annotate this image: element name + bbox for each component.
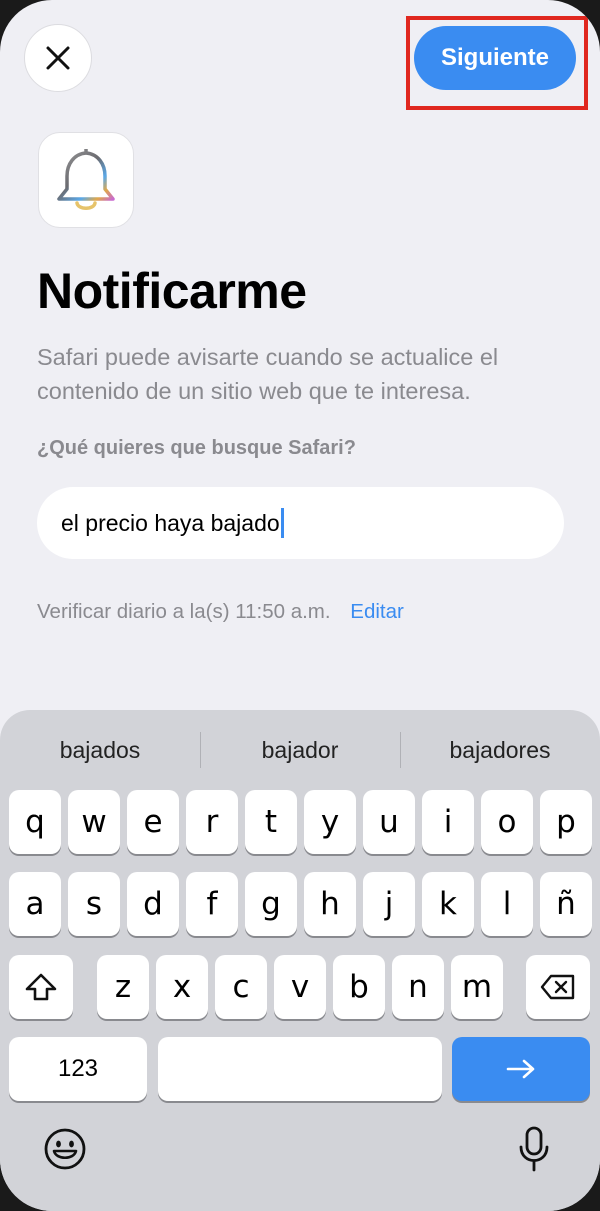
key-g[interactable]: g bbox=[245, 872, 297, 936]
text-caret bbox=[280, 508, 284, 538]
shift-icon bbox=[25, 973, 57, 1001]
app-icon bbox=[38, 132, 134, 228]
key-h[interactable]: h bbox=[304, 872, 356, 936]
key-z[interactable]: z bbox=[97, 955, 149, 1019]
microphone-icon bbox=[519, 1126, 549, 1172]
emoji-button[interactable] bbox=[40, 1124, 90, 1174]
go-key[interactable] bbox=[452, 1037, 590, 1101]
key-i[interactable]: i bbox=[422, 790, 474, 854]
search-criteria-input[interactable]: el precio haya bajado bbox=[37, 487, 564, 559]
key-w[interactable]: w bbox=[68, 790, 120, 854]
bell-icon bbox=[57, 149, 115, 210]
key-n[interactable]: n bbox=[392, 955, 444, 1019]
suggestion-bar: bajados bajador bajadores bbox=[0, 728, 600, 772]
key-y[interactable]: y bbox=[304, 790, 356, 854]
suggestion-item[interactable]: bajados bbox=[0, 728, 200, 772]
shift-key[interactable] bbox=[9, 955, 73, 1019]
description-text: Safari puede avisarte cuando se actualic… bbox=[37, 344, 499, 404]
key-s[interactable]: s bbox=[68, 872, 120, 936]
key-r[interactable]: r bbox=[186, 790, 238, 854]
space-key[interactable] bbox=[158, 1037, 442, 1101]
suggestion-item[interactable]: bajador bbox=[200, 728, 400, 772]
page-title: Notificarme bbox=[37, 263, 307, 319]
backspace-icon bbox=[540, 974, 575, 1000]
key-a[interactable]: a bbox=[9, 872, 61, 936]
emoji-icon bbox=[44, 1128, 86, 1170]
key-x[interactable]: x bbox=[156, 955, 208, 1019]
key-o[interactable]: o bbox=[481, 790, 533, 854]
close-button[interactable] bbox=[24, 24, 92, 92]
keyboard: bajados bajador bajadores q w e r t y u … bbox=[0, 710, 600, 1211]
suggestion-item[interactable]: bajadores bbox=[400, 728, 600, 772]
key-d[interactable]: d bbox=[127, 872, 179, 936]
key-p[interactable]: p bbox=[540, 790, 592, 854]
key-n-tilde[interactable]: ñ bbox=[540, 872, 592, 936]
key-b[interactable]: b bbox=[333, 955, 385, 1019]
key-m[interactable]: m bbox=[451, 955, 503, 1019]
key-l[interactable]: l bbox=[481, 872, 533, 936]
key-k[interactable]: k bbox=[422, 872, 474, 936]
schedule-row: Verificar diario a la(s) 11:50 a.m. Edit… bbox=[37, 600, 404, 624]
question-label: ¿Qué quieres que busque Safari? bbox=[37, 437, 356, 459]
key-u[interactable]: u bbox=[363, 790, 415, 854]
input-value: el precio haya bajado bbox=[61, 509, 280, 536]
next-button[interactable]: Siguiente bbox=[414, 26, 576, 90]
schedule-text: Verificar diario a la(s) 11:50 a.m. bbox=[37, 600, 331, 623]
key-c[interactable]: c bbox=[215, 955, 267, 1019]
key-e[interactable]: e bbox=[127, 790, 179, 854]
key-t[interactable]: t bbox=[245, 790, 297, 854]
numbers-key[interactable]: 123 bbox=[9, 1037, 147, 1101]
backspace-key[interactable] bbox=[526, 955, 590, 1019]
key-j[interactable]: j bbox=[363, 872, 415, 936]
close-icon bbox=[46, 46, 70, 70]
arrow-right-icon bbox=[506, 1059, 535, 1079]
dictation-button[interactable] bbox=[512, 1124, 556, 1174]
key-f[interactable]: f bbox=[186, 872, 238, 936]
edit-link[interactable]: Editar bbox=[350, 600, 404, 623]
key-v[interactable]: v bbox=[274, 955, 326, 1019]
notify-sheet: Siguiente Notificarme Safari puede avisa… bbox=[0, 0, 600, 1211]
key-q[interactable]: q bbox=[9, 790, 61, 854]
